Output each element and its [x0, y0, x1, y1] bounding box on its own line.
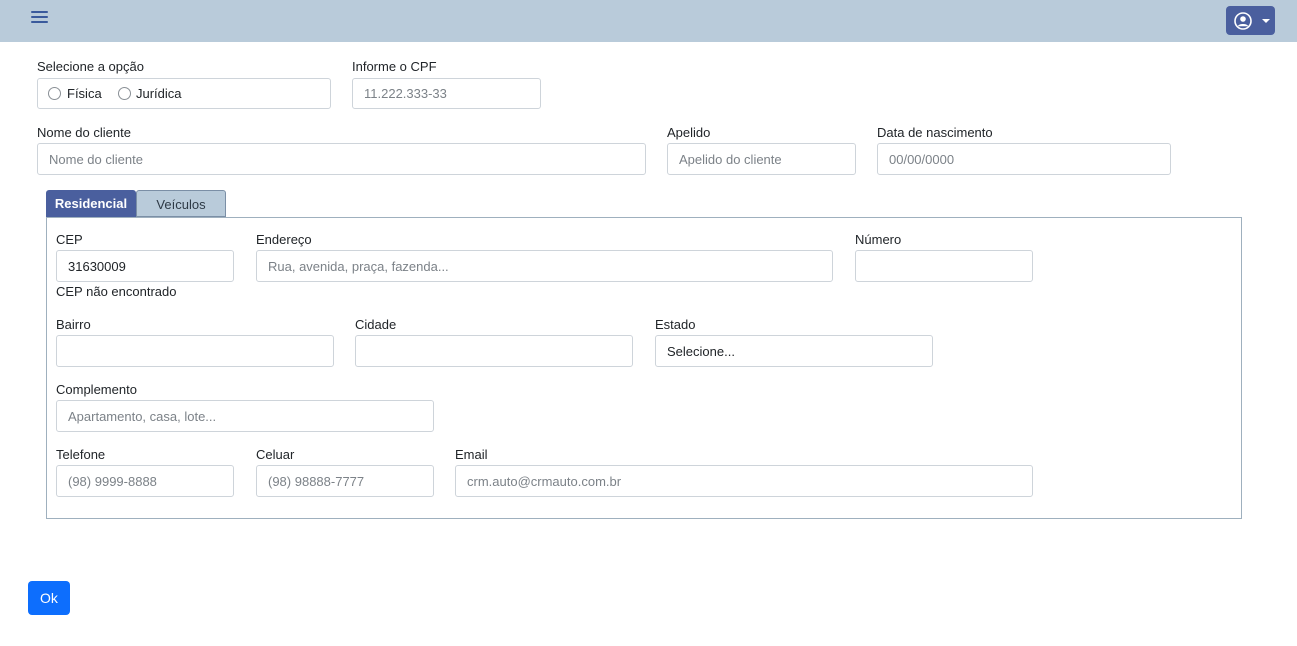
cellphone-input[interactable] [256, 465, 434, 497]
nickname-input[interactable] [667, 143, 856, 175]
complement-label: Complemento [56, 382, 137, 397]
person-type-label: Selecione a opção [37, 59, 144, 74]
ok-button[interactable]: Ok [28, 581, 70, 615]
phone-input[interactable] [56, 465, 234, 497]
number-label: Número [855, 232, 902, 247]
email-label: Email [455, 447, 488, 462]
cep-label: CEP [56, 232, 83, 247]
chevron-down-icon [1262, 19, 1270, 23]
radio-juridica-label[interactable]: Jurídica [136, 86, 182, 101]
street-input[interactable] [256, 250, 833, 282]
cpf-input[interactable] [352, 78, 541, 109]
phone-label: Telefone [56, 447, 106, 462]
top-navbar [0, 0, 1297, 42]
district-label: Bairro [56, 317, 91, 332]
complement-input[interactable] [56, 400, 434, 432]
client-name-label: Nome do cliente [37, 125, 131, 140]
state-label: Estado [655, 317, 696, 332]
user-circle-icon [1234, 12, 1252, 30]
district-input[interactable] [56, 335, 334, 367]
cep-error-message: CEP não encontrado [56, 284, 177, 299]
tab-veiculos[interactable]: Veículos [136, 190, 226, 217]
hamburger-menu-icon[interactable] [31, 11, 48, 24]
email-input[interactable] [455, 465, 1033, 497]
street-label: Endereço [256, 232, 312, 247]
birth-date-input[interactable] [877, 143, 1171, 175]
birth-date-label: Data de nascimento [877, 125, 993, 140]
radio-fisica[interactable] [48, 87, 61, 100]
cellphone-label: Celuar [256, 447, 295, 462]
tab-residencial[interactable]: Residencial [46, 190, 136, 217]
number-input[interactable] [855, 250, 1033, 282]
radio-juridica[interactable] [118, 87, 131, 100]
client-name-input[interactable] [37, 143, 646, 175]
city-input[interactable] [355, 335, 633, 367]
cep-input[interactable] [56, 250, 234, 282]
nickname-label: Apelido [667, 125, 711, 140]
cpf-label: Informe o CPF [352, 59, 437, 74]
city-label: Cidade [355, 317, 397, 332]
radio-fisica-label[interactable]: Física [67, 86, 102, 101]
person-type-radio-group: Física Jurídica [37, 78, 331, 109]
user-menu-button[interactable] [1226, 6, 1275, 35]
state-select[interactable]: Selecione... [655, 335, 933, 367]
